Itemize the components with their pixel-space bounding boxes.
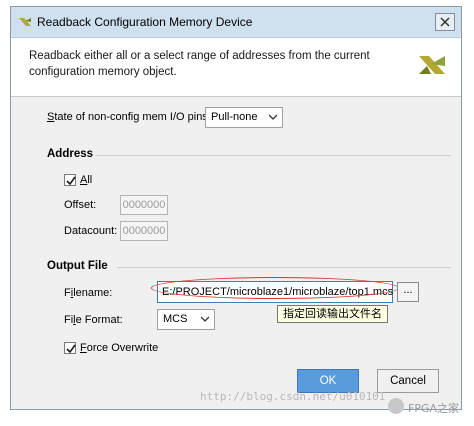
state-io-value: Pull-none xyxy=(211,111,258,123)
output-file-divider xyxy=(117,267,451,268)
offset-label: Offset: xyxy=(64,199,97,211)
datacount-field: 0000000 xyxy=(120,221,168,241)
watermark-url: http://blog.csdn.net/u010101 xyxy=(200,390,386,403)
filename-tooltip: 指定回读输出文件名 xyxy=(277,305,388,323)
force-overwrite-checkbox[interactable] xyxy=(64,342,76,354)
dialog-description: Readback either all or a select range of… xyxy=(29,50,370,78)
offset-field: 0000000 xyxy=(120,195,168,215)
checkmark-icon xyxy=(66,344,76,354)
state-io-select[interactable]: Pull-none xyxy=(205,107,283,128)
datacount-label: Datacount: xyxy=(64,225,118,237)
output-file-section-title: Output File xyxy=(47,260,108,272)
address-divider xyxy=(95,155,451,156)
state-io-label: State of non-config mem I/O pins: xyxy=(47,111,211,123)
dialog-header: Readback either all or a select range of… xyxy=(11,38,461,97)
all-label: All xyxy=(80,174,93,186)
dialog-window: Readback Configuration Memory Device Rea… xyxy=(10,6,462,410)
window-title: Readback Configuration Memory Device xyxy=(37,15,253,29)
watermark-logo-icon xyxy=(388,398,404,414)
all-checkbox[interactable] xyxy=(64,174,76,186)
title-bar[interactable]: Readback Configuration Memory Device xyxy=(11,7,461,38)
cancel-button[interactable]: Cancel xyxy=(377,369,439,393)
address-section-title: Address xyxy=(47,148,94,160)
close-icon xyxy=(440,17,450,27)
file-format-select[interactable]: MCS xyxy=(157,309,215,330)
browse-button[interactable]: ... xyxy=(397,282,419,302)
close-button[interactable] xyxy=(435,13,455,31)
file-format-label: File Format: xyxy=(64,314,123,326)
chevron-down-icon xyxy=(269,114,277,120)
vivado-title-icon xyxy=(19,18,31,26)
chevron-down-icon xyxy=(201,316,209,322)
filename-label: Filename: xyxy=(64,287,113,299)
filename-input[interactable]: E:/PROJECT/microblaze1/microblaze/top1.m… xyxy=(157,281,393,303)
checkmark-icon xyxy=(66,176,76,186)
vivado-logo-icon xyxy=(419,56,445,74)
watermark-brand: FPGA之家 xyxy=(408,402,460,415)
force-overwrite-label: Force Overwrite xyxy=(80,342,159,354)
file-format-value: MCS xyxy=(163,313,188,325)
